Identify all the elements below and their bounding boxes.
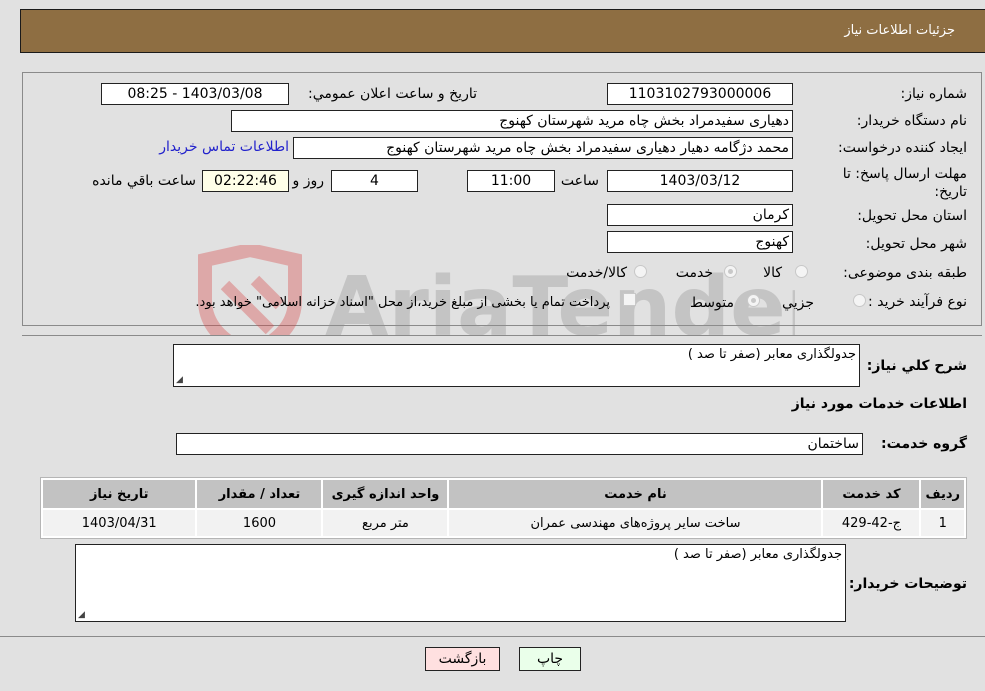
requester-field: محمد دژگامه دهیار دهیاری سفیدمراد بخش چا…: [293, 137, 793, 159]
province-field: کرمان: [607, 204, 793, 226]
buyer-org-label: نام دستگاه خريدار:: [856, 113, 967, 129]
col-quantity: تعداد / مقدار: [197, 480, 322, 508]
announce-datetime-field: 1403/03/08 - 08:25: [101, 83, 289, 105]
resize-grip-icon[interactable]: ◢: [176, 375, 183, 385]
col-row-number: رديف: [921, 480, 964, 508]
time-remaining-field: 02:22:46: [202, 170, 289, 192]
services-heading: اطلاعات خدمات مورد نياز: [791, 396, 967, 412]
page-header: جزئيات اطلاعات نياز: [20, 9, 985, 53]
category-radio-goods-service[interactable]: [634, 265, 647, 278]
buyer-org-field: دهیاری سفیدمراد بخش چاه مرید شهرستان کهن…: [231, 110, 793, 132]
cell-row-number: 1: [921, 510, 964, 536]
city-label: شهر محل تحويل:: [865, 236, 967, 252]
summary-textarea[interactable]: جدولگذاری معابر (صفر تا صد ) ◢: [173, 344, 860, 387]
need-number-field: 1103102793000006: [607, 83, 793, 105]
page-title: جزئيات اطلاعات نياز: [844, 23, 955, 38]
col-service-code: کد خدمت: [823, 480, 920, 508]
service-group-label: گروه خدمت:: [881, 436, 967, 452]
col-service-name: نام خدمت: [449, 480, 822, 508]
cell-service-code: ج-42-429: [823, 510, 920, 536]
announce-datetime-label: تاريخ و ساعت اعلان عمومي:: [308, 86, 477, 102]
province-label: استان محل تحويل:: [857, 208, 967, 224]
deadline-time-label: ساعت: [560, 173, 599, 189]
print-button[interactable]: چاپ: [519, 647, 581, 671]
table-header-row: رديف کد خدمت نام خدمت واحد اندازه گيری ت…: [43, 480, 964, 508]
purchase-radio-minor[interactable]: [853, 294, 866, 307]
cell-unit: متر مربع: [323, 510, 448, 536]
buyer-contact-link[interactable]: اطلاعات تماس خريدار: [159, 139, 289, 155]
category-radio-goods[interactable]: [795, 265, 808, 278]
purchase-option-minor: جزيي: [782, 295, 814, 311]
buyer-notes-textarea[interactable]: جدولگذاری معابر (صفر تا صد ) ◢: [75, 544, 846, 622]
category-option-goods: کالا: [763, 265, 782, 281]
table-row: 1 ج-42-429 ساخت سایر پروژه‌های مهندسی عم…: [43, 510, 964, 536]
need-number-label: شماره نياز:: [900, 86, 968, 102]
time-remaining-label: ساعت باقي مانده: [92, 173, 196, 189]
cell-service-name: ساخت سایر پروژه‌های مهندسی عمران: [449, 510, 822, 536]
treasury-payment-checkbox[interactable]: [623, 293, 636, 306]
treasury-payment-note: پرداخت تمام يا بخشی از مبلغ خريد،از محل …: [195, 295, 610, 310]
requester-label: ايجاد کننده درخواست:: [838, 140, 967, 156]
purchase-radio-medium[interactable]: [747, 294, 760, 307]
buyer-notes-label: توضيحات خريدار:: [848, 576, 967, 592]
divider: [0, 636, 985, 637]
purchase-type-label: نوع فرآيند خريد :: [868, 294, 967, 310]
summary-text: جدولگذاری معابر (صفر تا صد ): [687, 347, 856, 362]
cell-need-date: 1403/04/31: [43, 510, 196, 536]
summary-label: شرح کلي نياز:: [866, 358, 967, 374]
back-button[interactable]: بازگشت: [425, 647, 500, 671]
category-label: طبقه بندی موضوعی:: [843, 265, 967, 281]
city-field: کهنوج: [607, 231, 793, 253]
col-unit: واحد اندازه گيری: [323, 480, 448, 508]
days-remaining-field: 4: [331, 170, 418, 192]
deadline-label: مهلت ارسال پاسخ: تا تاريخ:: [842, 166, 967, 200]
cell-quantity: 1600: [197, 510, 322, 536]
service-group-field: ساختمان: [176, 433, 863, 455]
category-radio-service[interactable]: [724, 265, 737, 278]
col-need-date: تاريخ نياز: [43, 480, 196, 508]
purchase-option-medium: متوسط: [690, 295, 734, 311]
resize-grip-icon[interactable]: ◢: [78, 610, 85, 620]
category-option-service: خدمت: [675, 265, 713, 281]
days-label: روز و: [292, 173, 325, 189]
category-option-goods-service: کالا/خدمت: [566, 265, 627, 281]
deadline-date-field: 1403/03/12: [607, 170, 793, 192]
services-table: رديف کد خدمت نام خدمت واحد اندازه گيری ت…: [40, 477, 967, 539]
buyer-notes-text: جدولگذاری معابر (صفر تا صد ): [673, 547, 842, 562]
deadline-time-field: 11:00: [467, 170, 555, 192]
